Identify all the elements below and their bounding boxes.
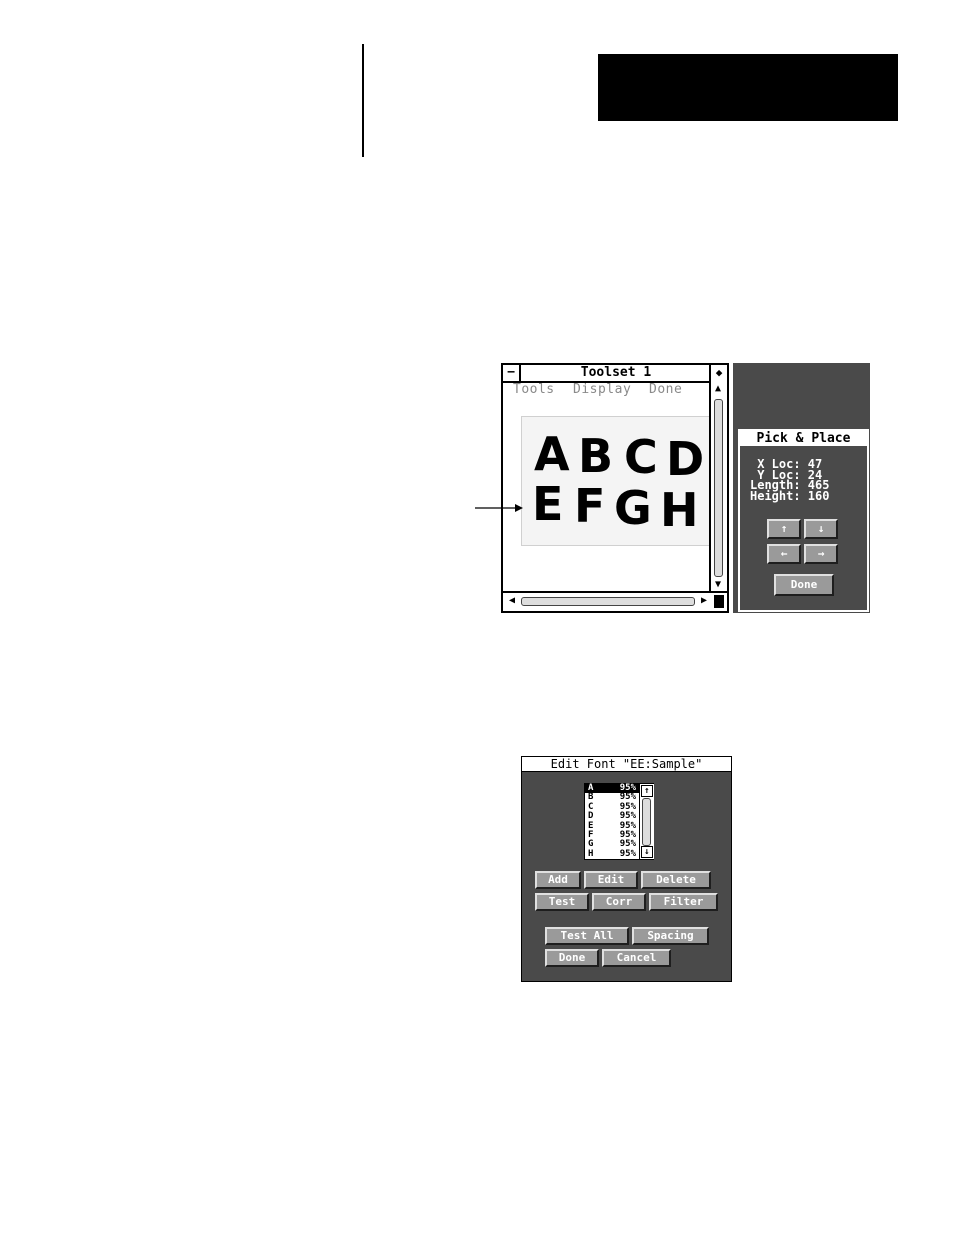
scroll-up-icon[interactable]: ↑ [641,785,653,797]
add-button[interactable]: Add [535,871,581,889]
done-button[interactable]: Done [545,949,599,967]
test-button[interactable]: Test [535,893,589,911]
list-item[interactable]: H 95% [585,849,639,859]
delete-button[interactable]: Delete [641,871,711,889]
chapter-tab [598,54,898,121]
menu-bar: Tools Display Done [503,383,711,397]
corr-button[interactable]: Corr [592,893,646,911]
spacing-button[interactable]: Spacing [632,927,709,945]
dialog-title: Edit Font "EE:Sample" [522,757,731,772]
filter-button[interactable]: Filter [649,893,718,911]
horizontal-scrollbar[interactable]: ◀ ▶ [503,591,727,611]
move-down-button[interactable]: ↓ [804,519,838,539]
character-list[interactable]: A 95% B 95% C 95% D 95% E 95% F 95% G 95% H 95% … [584,783,654,860]
scroll-thumb[interactable] [642,798,651,846]
scroll-thumb[interactable] [521,597,695,606]
vertical-scrollbar[interactable]: ▲ ▼ [709,381,727,593]
close-box-icon[interactable]: − [503,365,521,381]
maximize-icon[interactable]: ◆ [709,365,727,381]
window-title: Toolset 1 [580,365,652,380]
menu-display[interactable]: Display [573,383,631,397]
image-letter: G [614,481,652,535]
scroll-thumb[interactable] [714,399,723,577]
edit-button[interactable]: Edit [584,871,638,889]
resize-handle-icon[interactable] [714,595,724,608]
image-letter: C [624,430,658,484]
image-letter: E [532,477,564,531]
title-bar: − Toolset 1 ◆ [503,365,727,383]
cancel-button[interactable]: Cancel [602,949,671,967]
move-right-button[interactable]: → [804,544,838,564]
move-up-button[interactable]: ↑ [767,519,801,539]
margin-rule [362,44,364,157]
image-view[interactable]: A B C D E F G H [503,397,711,593]
pick-place-dialog: Pick & Place X Loc: 47 Y Loc: 24 Length:… [738,429,869,612]
image-letter: D [666,432,705,486]
scroll-up-icon[interactable]: ▲ [711,383,725,395]
scroll-left-icon[interactable]: ◀ [505,595,519,607]
scroll-down-icon[interactable]: ▼ [711,579,725,591]
move-left-button[interactable]: ← [767,544,801,564]
height-readout: Height: 160 [750,488,830,503]
image-letter: H [660,483,699,537]
toolset-window: − Toolset 1 ◆ Tools Display Done A B C D… [501,363,729,613]
sample-image: A B C D E F G H [521,416,711,546]
menu-tools[interactable]: Tools [513,383,555,397]
test-all-button[interactable]: Test All [545,927,629,945]
edit-font-dialog: Edit Font "EE:Sample" A 95% B 95% C 95% D 95… [521,756,732,982]
done-button[interactable]: Done [774,574,834,596]
dialog-title: Pick & Place [740,431,867,446]
list-scrollbar[interactable]: ↑ ↓ [639,784,654,859]
image-letter: B [578,429,614,483]
scroll-down-icon[interactable]: ↓ [641,846,653,858]
scroll-right-icon[interactable]: ▶ [697,595,711,607]
image-letter: A [534,427,570,481]
image-letter: F [574,479,606,533]
menu-done[interactable]: Done [649,383,682,397]
callout-arrow-icon [475,504,523,512]
